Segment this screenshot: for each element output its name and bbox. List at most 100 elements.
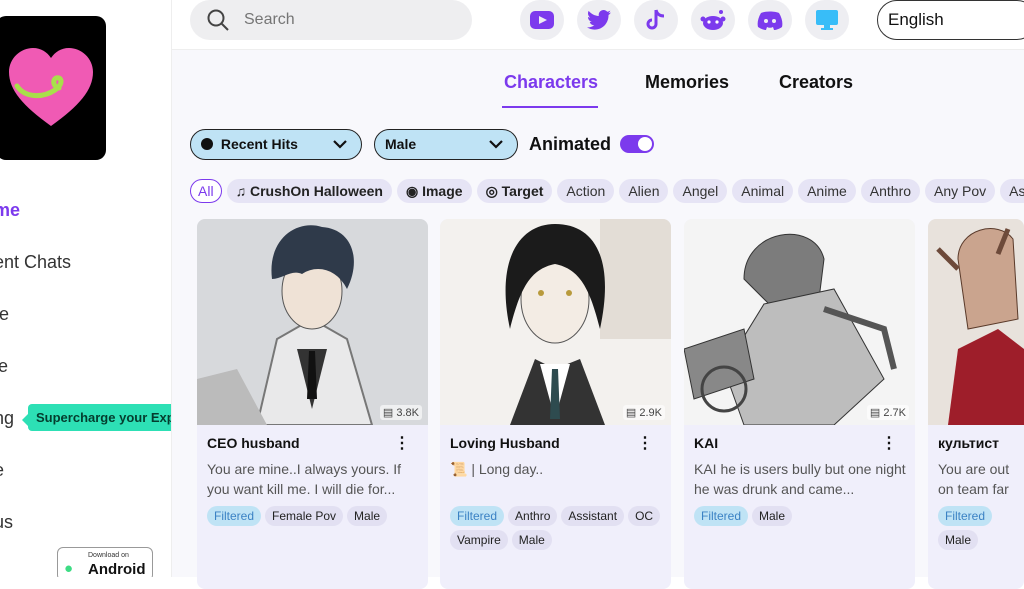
chip-anime[interactable]: Anime [798,179,856,203]
sidebar-item-e[interactable]: e [0,460,4,481]
search-input[interactable] [244,8,454,32]
animated-label: Animated [529,134,612,154]
youtube-button[interactable] [520,0,564,40]
character-name[interactable]: Loving Husband [450,435,560,451]
tag-chip-bar: All ♫ CrushOn Halloween ◉ Image ◎ Target Act… [190,179,1024,205]
sidebar: me ent Chats te le ng e us Supercharge y… [0,0,172,577]
tag[interactable]: Male [511,530,552,550]
upsell-tooltip[interactable]: Supercharge your Experience [21,404,171,431]
sidebar-item-pricing[interactable]: ng [0,408,14,429]
tab-creators[interactable]: Creators [779,72,853,93]
chip-image[interactable]: ◉ Image [396,179,472,203]
tag[interactable]: Vampire [450,530,508,550]
tag[interactable]: Male [752,506,793,526]
android-icon: ● [64,560,74,577]
character-tags: Filtered Male [938,506,1024,554]
character-image[interactable] [197,219,428,425]
character-description: KAI he is users bully but one night he w… [694,461,906,497]
tag-filtered[interactable]: Filtered [938,506,993,526]
chevron-down-icon [489,140,503,149]
character-card[interactable]: ▤ 3.8K CEO husband ⋮ You are mine..I alw… [197,219,428,589]
tab-characters[interactable]: Characters [504,72,598,93]
tag-filtered[interactable]: Filtered [450,506,505,526]
character-description: You are mine..I always yours. If you wan… [207,461,402,497]
tag[interactable]: OC [628,506,661,526]
chip-action[interactable]: Action [557,179,615,203]
more-options-icon[interactable]: ⋮ [394,433,410,453]
character-name[interactable]: культист [938,435,999,451]
chat-count: ▤ 2.7K [866,405,909,420]
character-tags: Filtered Female Pov Male [207,506,427,530]
search-box[interactable] [190,0,472,40]
gender-dropdown[interactable]: Male [374,129,518,160]
tab-memories[interactable]: Memories [645,72,729,93]
desktop-button[interactable] [805,0,849,40]
android-download-button[interactable]: ● Download on Android [57,547,153,577]
chip-label: Target [501,183,544,199]
chip-anthro[interactable]: Anthro [860,179,921,203]
chevron-down-icon [333,140,347,149]
chip-alien[interactable]: Alien [619,179,669,203]
sidebar-item-profile[interactable]: le [0,356,8,377]
chip-animal[interactable]: Animal [732,179,794,203]
tag[interactable]: Male [938,530,979,550]
android-label: Android [88,561,146,577]
search-icon [207,9,229,31]
tiktok-button[interactable] [634,0,678,40]
more-options-icon[interactable]: ⋮ [881,433,897,453]
character-image[interactable] [928,219,1024,425]
tag[interactable]: Anthro [508,506,558,526]
discord-icon [757,11,783,30]
tag-filtered[interactable]: Filtered [694,506,749,526]
desktop-icon [816,10,838,30]
character-name[interactable]: KAI [694,435,718,451]
top-bar: English [172,0,1024,50]
character-card[interactable]: ▤ 2.7K KAI ⋮ KAI he is users bully but o… [684,219,915,589]
chat-count-value: 2.7K [883,407,906,419]
active-tab-indicator [502,106,598,108]
reddit-icon [700,10,726,30]
sort-value: Recent Hits [220,136,298,152]
tag[interactable]: Female Pov [265,506,344,526]
sort-dropdown[interactable]: Recent Hits [190,129,362,160]
character-card[interactable]: культист You are out on team far from Fi… [928,219,1024,589]
character-card[interactable]: ▤ 2.9K Loving Husband ⋮ 📜 | Long day.. F… [440,219,671,589]
main-content: English Characters Memories Creators Rec… [172,0,1024,589]
character-image[interactable] [684,219,915,425]
tag-filtered[interactable]: Filtered [207,506,262,526]
character-description: You are out on team far from [938,461,1010,497]
sidebar-item-home[interactable]: me [0,200,20,221]
youtube-icon [530,11,554,29]
language-select[interactable]: English [877,0,1024,40]
chip-any-pov[interactable]: Any Pov [925,179,996,203]
twitter-icon [587,10,611,30]
chip-angel[interactable]: Angel [673,179,728,203]
app-logo[interactable] [0,16,106,160]
character-tags: Filtered Anthro Assistant OC Vampire Male [450,506,670,554]
character-name[interactable]: CEO husband [207,435,300,451]
more-options-icon[interactable]: ⋮ [637,433,653,453]
chat-count: ▤ 3.8K [379,405,422,420]
chip-as[interactable]: As [1000,179,1024,203]
chat-icon: ▤ [382,407,394,419]
chat-count-value: 2.9K [639,407,662,419]
character-image[interactable] [440,219,671,425]
character-description: 📜 | Long day.. [450,461,544,477]
twitter-button[interactable] [577,0,621,40]
chat-icon: ▤ [625,407,637,419]
tiktok-icon [646,9,665,30]
chip-target[interactable]: ◎ Target [476,179,553,203]
chip-label: Image [422,183,463,199]
tag[interactable]: Assistant [561,506,625,526]
sidebar-item-recent-chats[interactable]: ent Chats [0,252,71,273]
sidebar-item-create[interactable]: te [0,304,9,325]
heart-logo-icon [9,48,93,126]
animated-toggle[interactable] [620,135,654,153]
chip-all[interactable]: All [190,179,222,203]
discord-button[interactable] [748,0,792,40]
sidebar-item-us[interactable]: us [0,512,13,533]
chip-crushon-halloween[interactable]: ♫ CrushOn Halloween [226,179,392,203]
tag[interactable]: Male [347,506,388,526]
chip-label: CrushOn Halloween [249,183,383,199]
reddit-button[interactable] [691,0,735,40]
